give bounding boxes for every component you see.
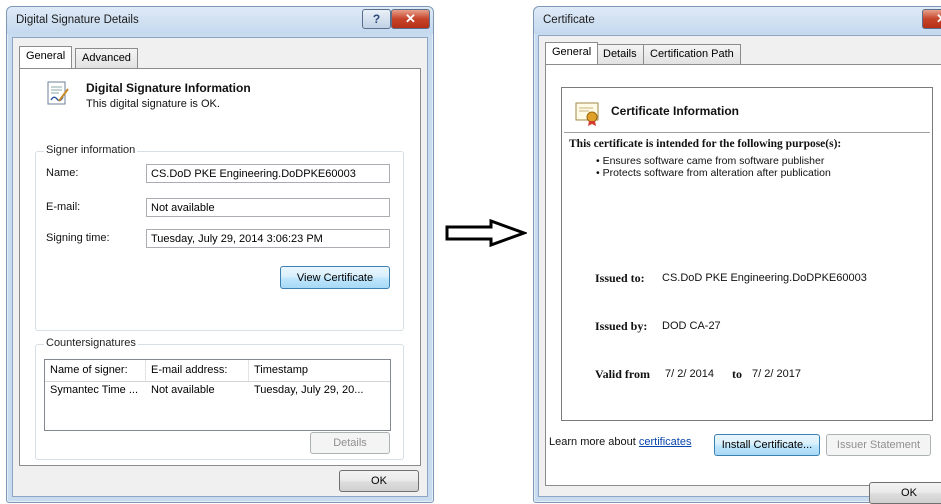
issued-by-label: Issued by: [595,319,648,333]
signer-cell: Symantec Time ... [50,384,139,396]
signing-time-label: Signing time: [46,232,110,244]
tab-general[interactable]: General [545,42,599,64]
list-header: Name of signer: E-mail address: Timestam… [45,360,390,382]
cert-close-button[interactable]: ✕ [922,9,941,29]
issued-to-value: CS.DoD PKE Engineering.DoDPKE60003 [662,272,867,284]
signing-time-field[interactable]: Tuesday, July 29, 2014 3:06:23 PM [146,229,390,248]
email-cell: Not available [151,384,215,396]
purpose-heading: This certificate is intended for the fol… [569,138,842,150]
issuer-statement-button[interactable]: Issuer Statement [826,434,931,456]
signer-info-label: Signer information [44,144,138,156]
right-arrow-icon [445,219,527,247]
column-email-address[interactable]: E-mail address: [146,360,249,381]
learn-more-text: Learn more about certificates [549,436,691,448]
timestamp-cell: Tuesday, July 29, 20... [254,384,364,396]
certificate-info-title: Certificate Information [611,104,740,118]
cert-window-title: Certificate [543,14,595,26]
valid-from-label: Valid from [595,367,651,381]
tab-certification-path[interactable]: Certification Path [643,44,741,64]
name-field[interactable]: CS.DoD PKE Engineering.DoDPKE60003 [146,164,390,183]
name-label: Name: [46,167,79,179]
column-name-of-signer[interactable]: Name of signer: [45,360,146,381]
close-button[interactable]: ✕ [391,9,430,29]
tab-general-label: General [552,46,592,58]
help-icon: ? [372,12,381,26]
email-field[interactable]: Not available [146,198,390,217]
purpose-item: • Ensures software came from software pu… [596,155,825,167]
view-certificate-button[interactable]: View Certificate [280,266,390,289]
cert-dialog-body: General Details Certification Path Certi… [538,35,941,504]
issued-by-value: DOD CA-27 [662,320,721,332]
purpose-item: • Protects software from alteration afte… [596,167,831,179]
signature-status: This digital signature is OK. [86,98,220,110]
general-tab-panel: Digital Signature Information This digit… [19,68,421,466]
tab-general-label: General [26,50,66,62]
certificate-window: Certificate ✕ General Details Certificat… [533,6,941,504]
cert-general-panel: Certificate Information This certificate… [545,64,941,486]
window-title: Digital Signature Details [16,14,139,26]
tab-advanced-label: Advanced [82,52,131,64]
cert-ok-button[interactable]: OK [869,482,941,504]
tab-advanced[interactable]: Advanced [75,48,138,68]
countersignatures-list[interactable]: Name of signer: E-mail address: Timestam… [44,359,391,431]
close-icon: ✕ [936,11,941,27]
certificate-info-box: Certificate Information This certificate… [561,87,933,421]
ok-button[interactable]: OK [339,470,419,492]
signature-document-icon [47,81,69,105]
tab-certification-path-label: Certification Path [650,48,734,60]
valid-to-value: 7/ 2/ 2017 [752,368,801,380]
dialog-body: General Advanced Digital Signature Infor… [12,37,428,497]
valid-to-label: to [732,367,742,381]
install-certificate-button[interactable]: Install Certificate... [714,434,820,456]
countersignatures-group: Countersignatures Name of signer: E-mail… [35,337,404,460]
help-button[interactable]: ? [362,9,391,29]
certificate-icon [575,102,599,126]
cert-title-bar[interactable]: Certificate ✕ [534,7,941,34]
digital-signature-details-window: Digital Signature Details ? ✕ General Ad… [6,6,434,503]
tab-details[interactable]: Details [596,44,644,64]
signature-info-title: Digital Signature Information [86,81,251,95]
title-bar[interactable]: Digital Signature Details ? ✕ [7,7,433,34]
header-divider [564,132,930,133]
learn-more-prefix: Learn more about [549,436,636,448]
tab-general[interactable]: General [19,46,73,68]
details-button[interactable]: Details [310,432,390,454]
valid-from-value: 7/ 2/ 2014 [665,368,714,380]
tab-details-label: Details [603,48,637,60]
issued-to-label: Issued to: [595,271,645,285]
certificates-link[interactable]: certificates [639,436,692,448]
email-label: E-mail: [46,201,81,213]
countersignatures-label: Countersignatures [44,337,138,349]
signer-info-group: Signer information Name: CS.DoD PKE Engi… [35,144,404,331]
close-icon: ✕ [405,11,416,26]
column-timestamp[interactable]: Timestamp [249,360,390,381]
